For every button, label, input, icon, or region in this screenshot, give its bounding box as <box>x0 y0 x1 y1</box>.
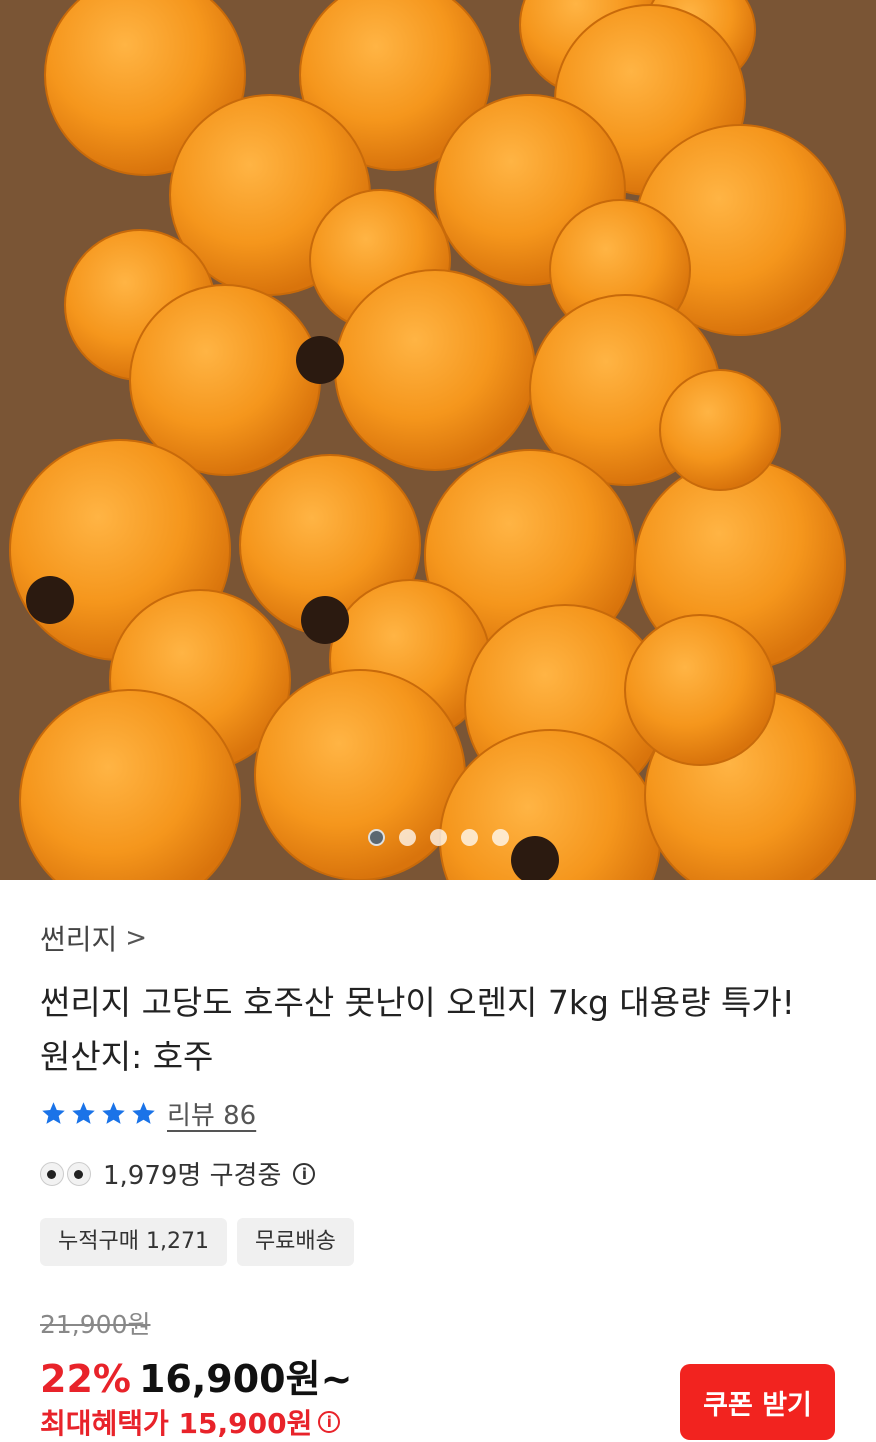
carousel-dot[interactable] <box>460 829 478 846</box>
max-benefit-text: 최대혜택가 15,900원 <box>40 1407 313 1440</box>
review-link[interactable]: 리뷰 86 <box>167 1095 256 1132</box>
carousel-dot[interactable] <box>491 829 509 846</box>
tag-cumulative-purchase: 누적구매 1,271 <box>40 1218 227 1266</box>
star-icon <box>42 1102 65 1124</box>
product-image[interactable] <box>0 0 876 880</box>
rating-stars <box>40 1100 157 1127</box>
eyes-icon <box>40 1161 91 1186</box>
carousel-dot[interactable] <box>367 829 385 846</box>
info-icon[interactable]: i <box>293 1162 316 1185</box>
tag-free-shipping: 무료배송 <box>236 1218 354 1266</box>
discount-rate: 22% <box>40 1357 131 1401</box>
carousel-dots <box>0 829 876 851</box>
title-line-2: 원산지: 호주 <box>40 1037 214 1076</box>
product-title: 썬리지 고당도 호주산 못난이 오렌지 7kg 대용량 특가! 원산지: 호주 <box>40 976 840 1084</box>
brand-link[interactable]: 썬리지 > <box>40 918 147 958</box>
original-price: 21,900원 <box>40 1310 151 1339</box>
price-row: 22% 16,900원~ <box>40 1348 352 1403</box>
chevron-right-icon: > <box>125 923 148 953</box>
info-icon[interactable]: i <box>318 1411 341 1433</box>
coupon-button[interactable]: 쿠폰 받기 <box>680 1364 835 1440</box>
star-icon <box>132 1102 155 1124</box>
viewing-text: 1,979명 구경중 <box>103 1161 282 1191</box>
viewing-count: 1,979명 구경중 i <box>40 1155 316 1192</box>
oranges-photo <box>0 0 876 880</box>
star-icon <box>72 1102 95 1124</box>
title-line-1: 썬리지 고당도 호주산 못난이 오렌지 7kg 대용량 특가! <box>40 983 795 1022</box>
carousel-dot[interactable] <box>398 829 416 846</box>
sale-price: 16,900원~ <box>138 1357 353 1401</box>
max-benefit-price: 최대혜택가 15,900원 i <box>40 1402 341 1442</box>
carousel-dot[interactable] <box>429 829 447 846</box>
brand-name: 썬리지 <box>40 923 118 956</box>
tag-list: 누적구매 1,271 무료배송 <box>40 1218 354 1266</box>
rating[interactable]: 리뷰 86 <box>40 1095 256 1132</box>
star-icon <box>102 1102 125 1124</box>
